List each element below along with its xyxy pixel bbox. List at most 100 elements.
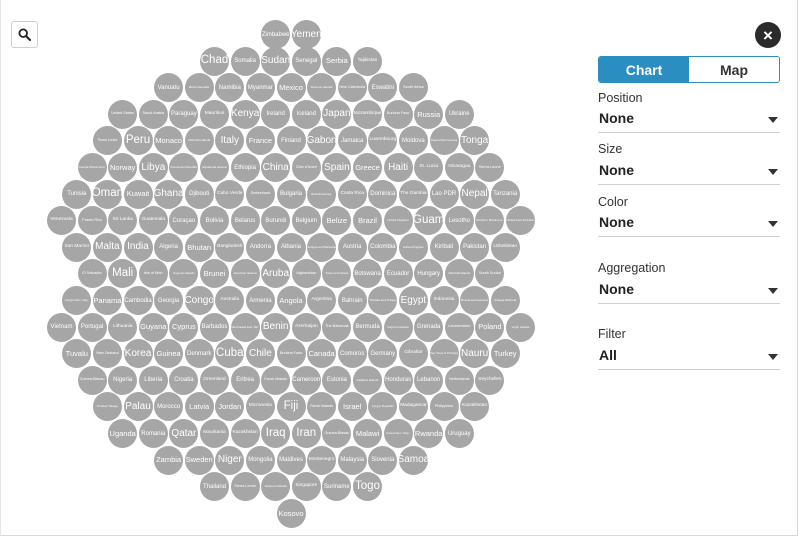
country-bubble[interactable]: Guinea	[154, 339, 184, 369]
country-bubble[interactable]: Austria	[337, 232, 367, 262]
country-bubble[interactable]: Virgin Islands	[506, 312, 535, 342]
country-bubble[interactable]: Greece	[353, 153, 382, 182]
country-bubble[interactable]: Cyprus	[169, 312, 199, 342]
country-bubble[interactable]: Falkland Islands	[353, 365, 382, 395]
country-bubble[interactable]: Singapore	[291, 472, 321, 502]
country-bubble[interactable]: United Arab Emirates	[506, 206, 535, 236]
country-bubble[interactable]: Central African Rep.	[77, 153, 107, 182]
country-bubble[interactable]: Guinea-Bissau	[322, 419, 352, 448]
country-bubble[interactable]: Namibia	[215, 73, 245, 103]
country-bubble[interactable]: Japan	[322, 99, 352, 129]
country-bubble[interactable]: Angola	[276, 286, 306, 315]
country-bubble[interactable]: Grenada	[414, 312, 444, 342]
country-bubble[interactable]: Solomon Islands	[261, 472, 291, 502]
country-bubble[interactable]: Spain	[322, 153, 352, 182]
country-bubble[interactable]: The Bahamas	[322, 312, 352, 342]
country-bubble[interactable]: Isle of Man	[138, 259, 168, 289]
country-bubble[interactable]: Belarus	[230, 206, 260, 236]
country-bubble[interactable]: Albania	[276, 232, 306, 262]
country-bubble[interactable]: Puerto Rico	[77, 206, 107, 236]
country-bubble[interactable]: Seychelles	[475, 365, 505, 395]
country-bubble[interactable]: Qatar	[169, 419, 199, 448]
country-bubble[interactable]: Cameroon	[291, 365, 321, 395]
country-bubble[interactable]: Eswatini	[368, 73, 398, 103]
country-bubble[interactable]: Argentina	[307, 286, 337, 315]
country-bubble[interactable]: Venezuela	[47, 206, 76, 236]
country-bubble[interactable]: Sao Tome & Principe	[429, 339, 459, 369]
country-bubble[interactable]: Bulgaria	[276, 179, 306, 209]
country-bubble[interactable]: Barbados	[200, 312, 229, 342]
country-bubble[interactable]: Hungary	[414, 259, 444, 289]
country-bubble[interactable]: Ireland	[261, 99, 291, 129]
country-bubble[interactable]: Iran	[291, 419, 321, 448]
country-bubble[interactable]: Monaco	[154, 126, 184, 156]
country-bubble[interactable]: Vietnam	[47, 312, 76, 342]
country-bubble[interactable]: Somalia	[230, 46, 260, 76]
country-bubble[interactable]: Chad	[200, 46, 229, 76]
country-bubble[interactable]: Madagascar	[398, 392, 428, 422]
country-bubble[interactable]: Poland	[475, 312, 505, 342]
country-bubble[interactable]: Brazil	[353, 206, 382, 236]
country-bubble[interactable]: The Gambia	[398, 179, 428, 209]
country-bubble[interactable]: Australia	[215, 286, 245, 315]
country-bubble[interactable]: Cayman Islands	[383, 312, 413, 342]
country-bubble[interactable]: Panama	[92, 286, 122, 315]
country-bubble[interactable]: Bosnia Herzegovina	[460, 286, 490, 315]
country-bubble[interactable]: Marshall Islands	[184, 126, 214, 156]
country-bubble[interactable]: Turkey	[490, 339, 520, 369]
country-bubble[interactable]: Canada	[307, 339, 337, 369]
country-bubble[interactable]: Yemen	[291, 20, 321, 49]
country-bubble[interactable]: Burkina Faso	[276, 339, 306, 369]
country-bubble[interactable]: New Zealand	[92, 339, 122, 369]
country-bubble[interactable]: Faroe Islands	[261, 365, 291, 395]
country-bubble[interactable]: Ethiopia	[230, 153, 260, 182]
country-bubble[interactable]: St. Lucia	[414, 153, 444, 182]
country-bubble[interactable]: Nauru	[460, 339, 490, 369]
country-bubble[interactable]: Andorra	[245, 232, 275, 262]
country-bubble[interactable]: United Kingdom	[398, 232, 428, 262]
country-bubble[interactable]: Benin Republic	[184, 73, 214, 103]
country-bubble[interactable]: Lithuania	[108, 312, 138, 342]
country-bubble[interactable]: Comoros	[337, 339, 367, 369]
country-bubble[interactable]: South Africa	[398, 73, 428, 103]
country-bubble[interactable]: Burkina Faso	[383, 99, 413, 129]
country-bubble[interactable]: Philippines	[429, 392, 459, 422]
country-bubble[interactable]: Thailand	[200, 472, 229, 502]
country-bubble[interactable]: Georgia	[154, 286, 184, 315]
position-select[interactable]: None	[598, 107, 780, 133]
country-bubble[interactable]: Mexico	[276, 73, 306, 103]
country-bubble[interactable]: Northern Mariana Is.	[475, 206, 505, 236]
country-bubble[interactable]: Costa Rica	[337, 179, 367, 209]
country-bubble[interactable]: Curaçao	[169, 206, 199, 236]
country-bubble[interactable]: Cuba	[215, 339, 245, 369]
country-bubble[interactable]: Lebanon	[414, 365, 444, 395]
country-bubble[interactable]: Zambia	[154, 445, 184, 475]
country-bubble[interactable]: Latvia	[184, 392, 214, 422]
country-bubble[interactable]: Ecuador	[383, 259, 413, 289]
size-select[interactable]: None	[598, 159, 780, 185]
country-bubble[interactable]: Uruguay	[444, 419, 474, 448]
country-bubble[interactable]: Croatia	[169, 365, 199, 395]
country-bubble[interactable]: Guatemala	[138, 206, 168, 236]
country-bubble[interactable]: Faroe Islands	[307, 392, 337, 422]
country-bubble[interactable]: American Samoa	[230, 259, 260, 289]
country-bubble[interactable]: Jordan	[215, 392, 245, 422]
country-bubble[interactable]: Bosnia-Herzeg.	[307, 179, 337, 209]
country-bubble[interactable]: Guyana	[138, 312, 168, 342]
country-bubble[interactable]: Luxembourg	[368, 126, 398, 156]
country-bubble[interactable]: Fiji	[276, 392, 306, 422]
country-bubble[interactable]: Trinidad and Tobago	[368, 286, 398, 315]
country-bubble[interactable]: Suriname	[322, 472, 352, 502]
country-bubble[interactable]: Cabo Verde	[215, 179, 245, 209]
country-bubble[interactable]: Benin	[261, 312, 291, 342]
country-bubble[interactable]: Gibraltar	[398, 339, 428, 369]
country-bubble[interactable]: Netherlands	[444, 365, 474, 395]
filter-select[interactable]: All	[598, 344, 780, 370]
country-bubble[interactable]: Portugal	[77, 312, 107, 342]
country-bubble[interactable]: Russia	[414, 99, 444, 129]
country-bubble[interactable]: Zimbabwe	[261, 20, 291, 49]
country-bubble[interactable]: Sudan	[261, 46, 291, 76]
country-bubble[interactable]: Tanzania	[490, 179, 520, 209]
country-bubble[interactable]: Libya	[138, 153, 168, 182]
country-bubble[interactable]: Lesotho	[444, 206, 474, 236]
